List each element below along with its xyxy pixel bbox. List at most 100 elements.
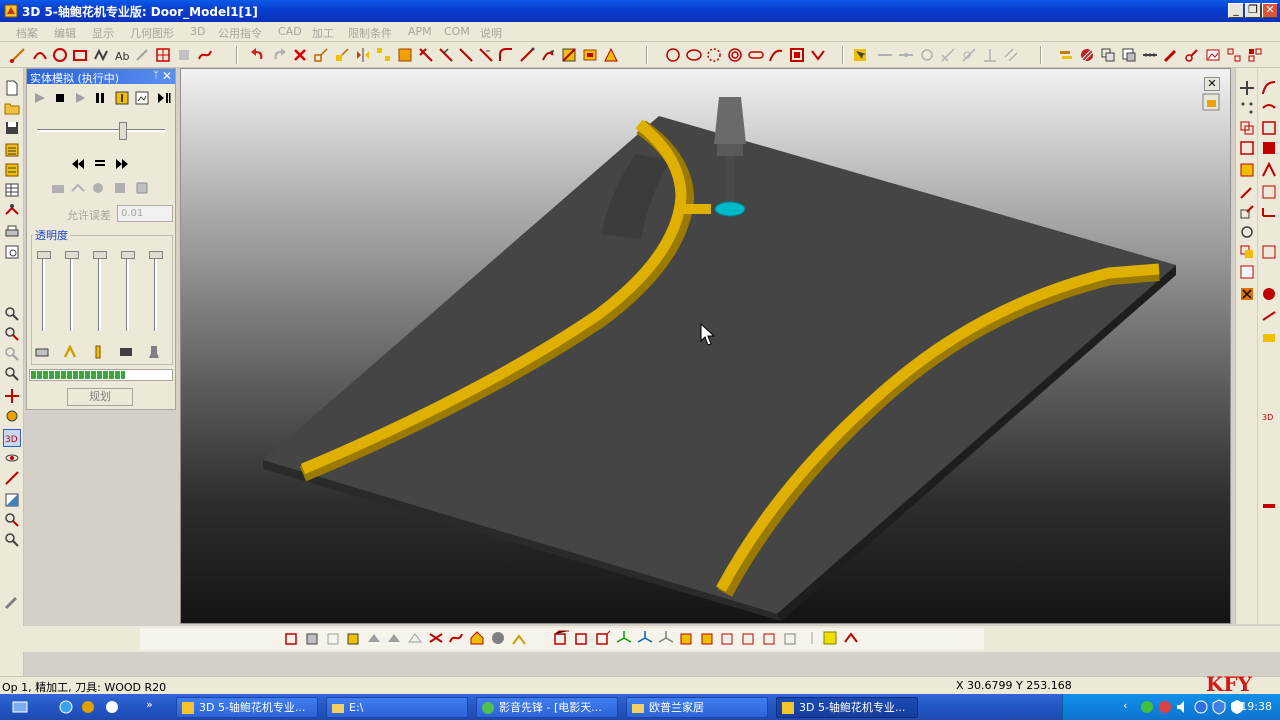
- stop-icon[interactable]: [53, 91, 67, 105]
- join-icon[interactable]: [478, 47, 494, 63]
- curve-icon[interactable]: [768, 47, 784, 63]
- plan-button[interactable]: 规划: [67, 388, 133, 406]
- antivirus-icon[interactable]: [1193, 699, 1209, 715]
- transparency-slider-5[interactable]: [149, 251, 163, 331]
- print-icon[interactable]: [4, 224, 20, 240]
- volume-icon[interactable]: [1175, 699, 1191, 715]
- holder-icon[interactable]: [147, 345, 161, 359]
- add-icon[interactable]: [1239, 264, 1255, 280]
- step-forward-icon[interactable]: [157, 91, 171, 105]
- view-cycle-icon[interactable]: [428, 630, 444, 646]
- array-icon[interactable]: [376, 47, 392, 63]
- zoom-out-icon[interactable]: [4, 366, 20, 382]
- frame-icon[interactable]: [789, 47, 805, 63]
- cut-view-icon[interactable]: [71, 181, 85, 195]
- taskbar-item-cad-1[interactable]: 3D 5-轴鲍花机专业...: [176, 697, 318, 718]
- paste-icon[interactable]: [1121, 47, 1137, 63]
- speed-slider-track[interactable]: [37, 129, 165, 132]
- path-j-icon[interactable]: [1261, 308, 1277, 324]
- path-b-icon[interactable]: [1261, 100, 1277, 116]
- player-icon[interactable]: [104, 699, 120, 715]
- menu-cad[interactable]: CAD: [278, 25, 302, 38]
- zoom-all-icon[interactable]: [4, 326, 20, 342]
- ungroup-icon[interactable]: [1247, 47, 1263, 63]
- view-preset-6-icon[interactable]: [783, 630, 799, 646]
- snap-perp-icon[interactable]: [940, 47, 956, 63]
- security-icon[interactable]: [1157, 699, 1173, 715]
- copy-icon[interactable]: [1100, 47, 1116, 63]
- view-front-icon[interactable]: [305, 630, 321, 646]
- taskbar-item-player[interactable]: 影音先锋 - [电影天...: [476, 697, 618, 718]
- path-f-icon[interactable]: [1261, 184, 1277, 200]
- rectangle-tool-icon[interactable]: [72, 47, 88, 63]
- circle-tool-icon[interactable]: [52, 47, 68, 63]
- menu-machining[interactable]: 加工: [312, 25, 334, 41]
- fast-forward-icon[interactable]: [115, 157, 129, 171]
- menu-geometry[interactable]: 几何图形: [130, 25, 174, 41]
- offset-tool-icon[interactable]: [134, 47, 150, 63]
- dots-grid-icon[interactable]: [1239, 100, 1255, 116]
- break-icon[interactable]: [458, 47, 474, 63]
- extend-icon[interactable]: [438, 47, 454, 63]
- view-top-icon[interactable]: [386, 630, 402, 646]
- transparency-slider-2[interactable]: [65, 251, 79, 331]
- slot-icon[interactable]: [748, 47, 764, 63]
- minimize-button[interactable]: _: [1228, 3, 1244, 18]
- undo-icon[interactable]: [250, 47, 266, 63]
- text-3d-icon[interactable]: 3D: [1261, 408, 1277, 424]
- menu-utilities[interactable]: 公用指令: [218, 25, 262, 41]
- show-desktop-icon[interactable]: [12, 699, 28, 715]
- measure-icon[interactable]: [4, 470, 20, 486]
- tool-icon[interactable]: [91, 345, 105, 359]
- path-c-icon[interactable]: [1261, 120, 1277, 136]
- view-3d-angle-icon[interactable]: [511, 630, 527, 646]
- axis-yz-icon[interactable]: [658, 630, 674, 646]
- redo-icon[interactable]: [271, 47, 287, 63]
- view-bottom-icon[interactable]: [407, 630, 423, 646]
- view-preset-5-icon[interactable]: [762, 630, 778, 646]
- view-shaded-icon[interactable]: [490, 630, 506, 646]
- select-pointer-icon[interactable]: [852, 47, 868, 63]
- cube-front-icon[interactable]: [553, 630, 569, 646]
- snap-center-icon[interactable]: [919, 47, 935, 63]
- transparency-slider-3[interactable]: [93, 251, 107, 331]
- view-render-icon[interactable]: [843, 630, 859, 646]
- view-preset-1-icon[interactable]: [679, 630, 695, 646]
- pencil-icon[interactable]: [1163, 47, 1179, 63]
- menu-edit[interactable]: 编辑: [54, 25, 76, 41]
- arc-tool-icon[interactable]: [32, 47, 48, 63]
- rotate-icon[interactable]: [540, 47, 556, 63]
- menu-com[interactable]: COM: [444, 25, 470, 38]
- taskbar-item-explorer[interactable]: E:\: [326, 697, 468, 718]
- menu-file[interactable]: 档案: [16, 25, 38, 41]
- export-icon[interactable]: [1239, 204, 1255, 220]
- grid-tool-icon[interactable]: [155, 47, 171, 63]
- pin-icon[interactable]: ᛘ: [153, 70, 159, 81]
- delete-icon[interactable]: [292, 47, 308, 63]
- restore-button[interactable]: ❐: [1245, 3, 1261, 18]
- toolpath-icon[interactable]: [63, 345, 77, 359]
- view-iso-icon[interactable]: [284, 630, 300, 646]
- view-color-icon[interactable]: [822, 630, 838, 646]
- view-back-icon[interactable]: [326, 630, 342, 646]
- layer-list-icon[interactable]: [4, 162, 20, 178]
- snap-parallel-icon[interactable]: [1003, 47, 1019, 63]
- group-icon[interactable]: [1226, 47, 1242, 63]
- fillet-icon[interactable]: [498, 47, 514, 63]
- taskbar-item-folder[interactable]: 欧普兰家居: [626, 697, 768, 718]
- view-right-icon[interactable]: [366, 630, 382, 646]
- mirror-icon[interactable]: [355, 47, 371, 63]
- view-preset-7-icon[interactable]: [804, 630, 820, 646]
- transparency-slider-1[interactable]: [37, 251, 51, 331]
- rewind-icon[interactable]: [71, 157, 85, 171]
- close-panel-icon[interactable]: ✕: [162, 69, 172, 83]
- ellipse-icon[interactable]: [686, 47, 702, 63]
- trim-tool-icon[interactable]: [176, 47, 192, 63]
- transparency-slider-4[interactable]: [121, 251, 135, 331]
- view-left-icon[interactable]: [346, 630, 362, 646]
- move-icon[interactable]: [334, 47, 350, 63]
- save-icon[interactable]: [4, 120, 20, 136]
- layers-icon[interactable]: [1058, 47, 1074, 63]
- speed-slider-thumb[interactable]: [119, 122, 127, 140]
- pocket-icon[interactable]: [582, 47, 598, 63]
